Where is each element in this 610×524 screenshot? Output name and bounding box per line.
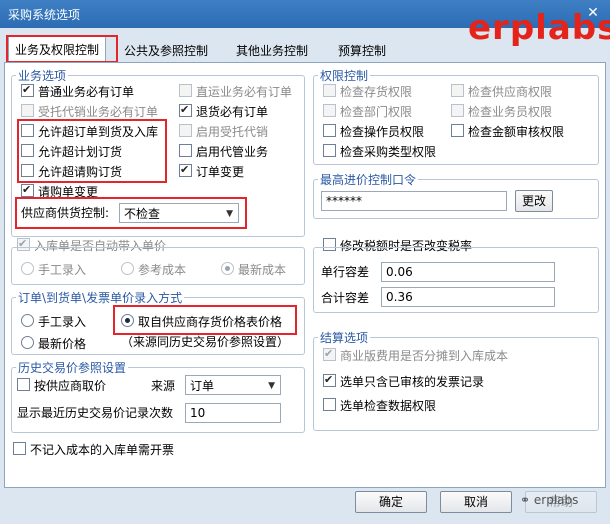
check-dept-perm-checkbox[interactable]: 检查部门权限 (323, 103, 412, 121)
permission-legend: 权限控制 (320, 69, 369, 83)
normal-business-order-checkbox[interactable]: 普通业务必有订单 (21, 81, 134, 101)
history-price-legend: 历史交易价参照设置 (18, 361, 127, 375)
order-change-checkbox[interactable]: 订单变更 (179, 161, 244, 181)
chevron-down-icon: ▼ (268, 381, 275, 391)
cancel-button[interactable]: 取消 (440, 491, 512, 513)
price-entry-legend: 订单\到货单\发票单价录入方式 (18, 291, 183, 305)
warehouse-manual-radio[interactable]: 手工录入 (21, 261, 86, 279)
checkbox-icon (13, 442, 26, 455)
warehouse-ref-cost-radio[interactable]: 参考成本 (121, 261, 186, 279)
line-tolerance-input[interactable]: 0.06 (381, 262, 555, 282)
warehouse-latest-cost-radio[interactable]: 最新成本 (221, 261, 286, 279)
checkbox-icon (323, 398, 336, 411)
highlight-over-options (17, 119, 167, 183)
tab-public-reference[interactable]: 公共及参照控制 (118, 40, 214, 62)
max-price-legend: 最高进价控制口令 (320, 173, 417, 187)
checkbox-icon (451, 84, 464, 97)
check-salesman-perm-checkbox[interactable]: 检查业务员权限 (451, 103, 552, 121)
by-supplier-price-checkbox[interactable]: 按供应商取价 (17, 377, 106, 395)
enable-consignment-checkbox[interactable]: 启用受托代销 (179, 123, 268, 141)
radio-icon (21, 314, 34, 327)
settlement-legend: 结算选项 (320, 331, 369, 345)
total-tolerance-input[interactable]: 0.36 (381, 287, 555, 307)
checkbox-icon (451, 124, 464, 137)
check-inventory-perm-checkbox[interactable]: 检查存货权限 (323, 83, 412, 101)
history-count-input[interactable]: 10 (185, 403, 281, 423)
checkbox-icon (323, 124, 336, 137)
enable-custody-checkbox[interactable]: 启用代管业务 (179, 143, 268, 161)
checkbox-icon (179, 84, 192, 97)
highlight-supplier-price (113, 305, 297, 335)
commercial-fee-allocation-checkbox[interactable]: 商业版费用是否分摊到入库成本 (323, 345, 508, 365)
check-data-permission-checkbox[interactable]: 选单检查数据权限 (323, 397, 436, 415)
checkbox-icon (323, 144, 336, 157)
wechat-icon: ⚭ (520, 493, 534, 507)
checkbox-icon (179, 144, 192, 157)
change-password-button[interactable]: 更改 (515, 190, 553, 212)
history-count-label: 显示最近历史交易价记录次数 (17, 406, 174, 420)
check-purchase-type-perm-checkbox[interactable]: 检查采购类型权限 (323, 143, 436, 161)
radio-icon (221, 262, 234, 275)
checkbox-icon (21, 104, 34, 117)
checkbox-icon (451, 104, 464, 117)
radio-icon (121, 262, 134, 275)
audited-invoice-only-checkbox[interactable]: 选单只含已审核的发票记录 (323, 371, 484, 391)
line-tolerance-label: 单行容差 (321, 265, 370, 279)
tab-other-business[interactable]: 其他业务控制 (230, 40, 314, 62)
source-label: 来源 (151, 379, 176, 393)
ok-button[interactable]: 确定 (355, 491, 427, 513)
radio-icon (21, 336, 34, 349)
checkbox-icon (21, 81, 34, 99)
checkbox-icon (179, 124, 192, 137)
tab-panel: 业务选项 普通业务必有订单 受托代销业务必有订单 允许超订单到货及入库 允许超计… (4, 62, 606, 488)
checkbox-icon (323, 104, 336, 117)
check-operator-perm-checkbox[interactable]: 检查操作员权限 (323, 123, 424, 141)
price-entry-note: （来源同历史交易价参照设置） (121, 335, 290, 349)
price-manual-radio[interactable]: 手工录入 (21, 313, 86, 331)
checkbox-icon (17, 378, 30, 391)
checkbox-icon (21, 181, 34, 199)
window-title: 采购系统选项 (8, 8, 81, 22)
max-price-password-input[interactable]: ****** (321, 191, 507, 211)
highlight-active-tab (6, 35, 118, 63)
checkbox-icon (323, 371, 336, 389)
checkbox-icon (323, 345, 336, 363)
source-select[interactable]: 订单 ▼ (185, 375, 281, 395)
direct-shipping-order-checkbox[interactable]: 直运业务必有订单 (179, 83, 292, 101)
return-order-checkbox[interactable]: 退货必有订单 (179, 101, 268, 121)
wechat-watermark: ⚭ erplabs (520, 493, 579, 507)
total-tolerance-label: 合计容差 (321, 291, 370, 305)
tab-budget[interactable]: 预算控制 (332, 40, 392, 62)
not-cost-invoice-checkbox[interactable]: 不记入成本的入库单需开票 (13, 441, 174, 459)
radio-icon (21, 262, 34, 275)
highlight-supplier-control (15, 197, 247, 229)
check-supplier-perm-checkbox[interactable]: 检查供应商权限 (451, 83, 552, 101)
checkbox-icon (179, 161, 192, 179)
checkbox-icon (179, 101, 192, 119)
price-latest-radio[interactable]: 最新价格 (21, 335, 86, 353)
checkbox-icon (323, 84, 336, 97)
check-amount-audit-perm-checkbox[interactable]: 检查金额审核权限 (451, 123, 564, 141)
